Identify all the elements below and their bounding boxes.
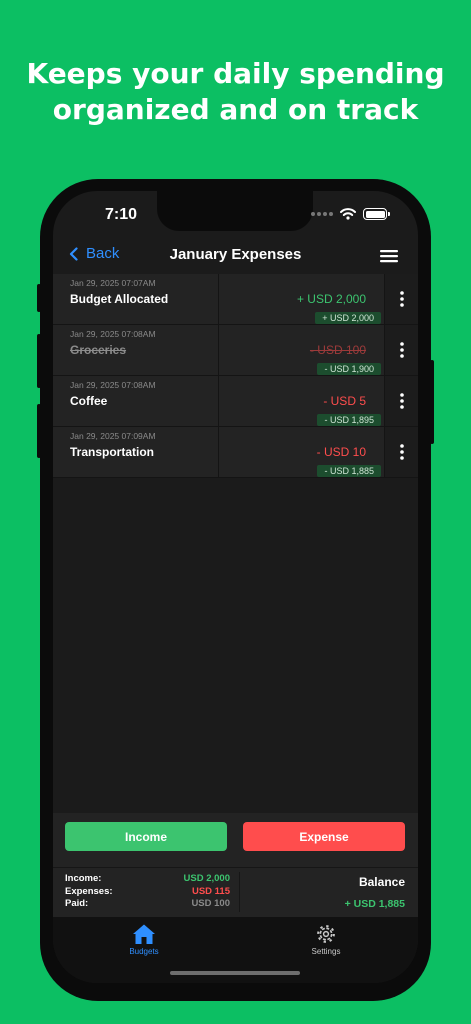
paid-total: USD 100 — [191, 898, 230, 909]
status-indicators — [311, 208, 390, 220]
signal-icon — [311, 212, 333, 216]
action-summary-panel: Income Expense Income: Expenses: Paid: U… — [53, 813, 418, 917]
tab-budgets-label: Budgets — [129, 947, 159, 956]
transaction-content: Jan 29, 2025 07:07AM Budget Allocated + … — [53, 274, 383, 325]
more-vertical-icon — [399, 393, 404, 409]
add-income-button[interactable]: Income — [65, 822, 227, 851]
page-title: January Expenses — [169, 246, 302, 263]
more-vertical-icon — [399, 444, 404, 460]
transaction-date: Jan 29, 2025 07:07AM — [70, 278, 156, 288]
column-divider — [218, 325, 219, 375]
transaction-amount: - USD 5 — [323, 394, 366, 408]
transaction-row[interactable]: Jan 29, 2025 07:09AM Transportation - US… — [53, 427, 418, 478]
paid-label: Paid: — [65, 898, 89, 909]
income-label: Income: — [65, 873, 102, 884]
transaction-name: Coffee — [70, 394, 108, 408]
more-vertical-icon — [399, 291, 404, 307]
more-options-button[interactable] — [384, 274, 418, 324]
expenses-total: USD 115 — [191, 885, 230, 897]
running-balance-badge: - USD 1,895 — [317, 414, 381, 426]
transaction-row[interactable]: Jan 29, 2025 07:07AM Budget Allocated + … — [53, 274, 418, 325]
promo-line-1: Keeps your daily spending — [26, 57, 445, 90]
summary-values: USD 2,000 USD 115 USD 100 — [163, 873, 230, 911]
more-options-button[interactable] — [384, 325, 418, 375]
transaction-content: Jan 29, 2025 07:08AM Coffee - USD 5 - US… — [53, 376, 383, 427]
transaction-content: Jan 29, 2025 07:09AM Transportation - US… — [53, 427, 383, 478]
column-divider — [218, 427, 219, 477]
promo-line-2: organized and on track — [52, 93, 419, 126]
summary-labels: Income: Expenses: Paid: — [65, 873, 113, 911]
tab-budgets[interactable]: Budgets — [84, 923, 204, 956]
battery-icon — [363, 208, 390, 220]
home-icon — [133, 924, 155, 944]
transaction-list: Jan 29, 2025 07:07AM Budget Allocated + … — [53, 274, 418, 478]
column-divider — [218, 274, 219, 324]
tab-settings[interactable]: Settings — [266, 923, 386, 956]
summary-divider — [239, 872, 240, 912]
more-options-button[interactable] — [384, 427, 418, 477]
budget-summary: Income: Expenses: Paid: USD 2,000 USD 11… — [53, 867, 418, 917]
more-options-button[interactable] — [384, 376, 418, 426]
transaction-content: Jan 29, 2025 07:08AM Groceries - USD 100… — [53, 325, 383, 376]
transaction-date: Jan 29, 2025 07:08AM — [70, 329, 156, 339]
running-balance-badge: - USD 1,900 — [317, 363, 381, 375]
column-divider — [218, 376, 219, 426]
hamburger-menu-icon[interactable] — [379, 248, 399, 264]
tab-bar: Budgets Settings — [53, 917, 418, 983]
transaction-row[interactable]: Jan 29, 2025 07:08AM Coffee - USD 5 - US… — [53, 376, 418, 427]
transaction-date: Jan 29, 2025 07:08AM — [70, 380, 156, 390]
balance-value: + USD 1,885 — [344, 898, 405, 910]
transaction-name: Transportation — [70, 445, 155, 459]
phone-notch — [157, 191, 313, 231]
gear-icon — [317, 925, 335, 943]
transaction-date: Jan 29, 2025 07:09AM — [70, 431, 156, 441]
app-screen: 7:10 Back January Expenses Jan 29, 2025 — [53, 191, 418, 983]
tab-settings-label: Settings — [311, 947, 341, 956]
more-vertical-icon — [399, 342, 404, 358]
transaction-row[interactable]: Jan 29, 2025 07:08AM Groceries - USD 100… — [53, 325, 418, 376]
running-balance-badge: - USD 1,885 — [317, 465, 381, 477]
promo-headline: Keeps your daily spending organized and … — [0, 56, 471, 128]
add-expense-button[interactable]: Expense — [243, 822, 405, 851]
transaction-name: Budget Allocated — [70, 292, 169, 306]
transaction-amount: - USD 10 — [316, 445, 366, 459]
running-balance-badge: + USD 2,000 — [315, 312, 381, 324]
transaction-amount: + USD 2,000 — [296, 292, 366, 306]
expenses-label: Expenses: — [65, 885, 113, 897]
navigation-bar: Back January Expenses — [53, 239, 418, 273]
status-time: 7:10 — [105, 206, 138, 223]
transaction-name: Groceries — [70, 343, 127, 357]
balance-label: Balance — [358, 875, 405, 889]
transaction-amount: - USD 100 — [309, 343, 366, 357]
income-total: USD 2,000 — [183, 873, 230, 884]
wifi-icon — [340, 208, 356, 220]
home-indicator — [170, 971, 300, 975]
